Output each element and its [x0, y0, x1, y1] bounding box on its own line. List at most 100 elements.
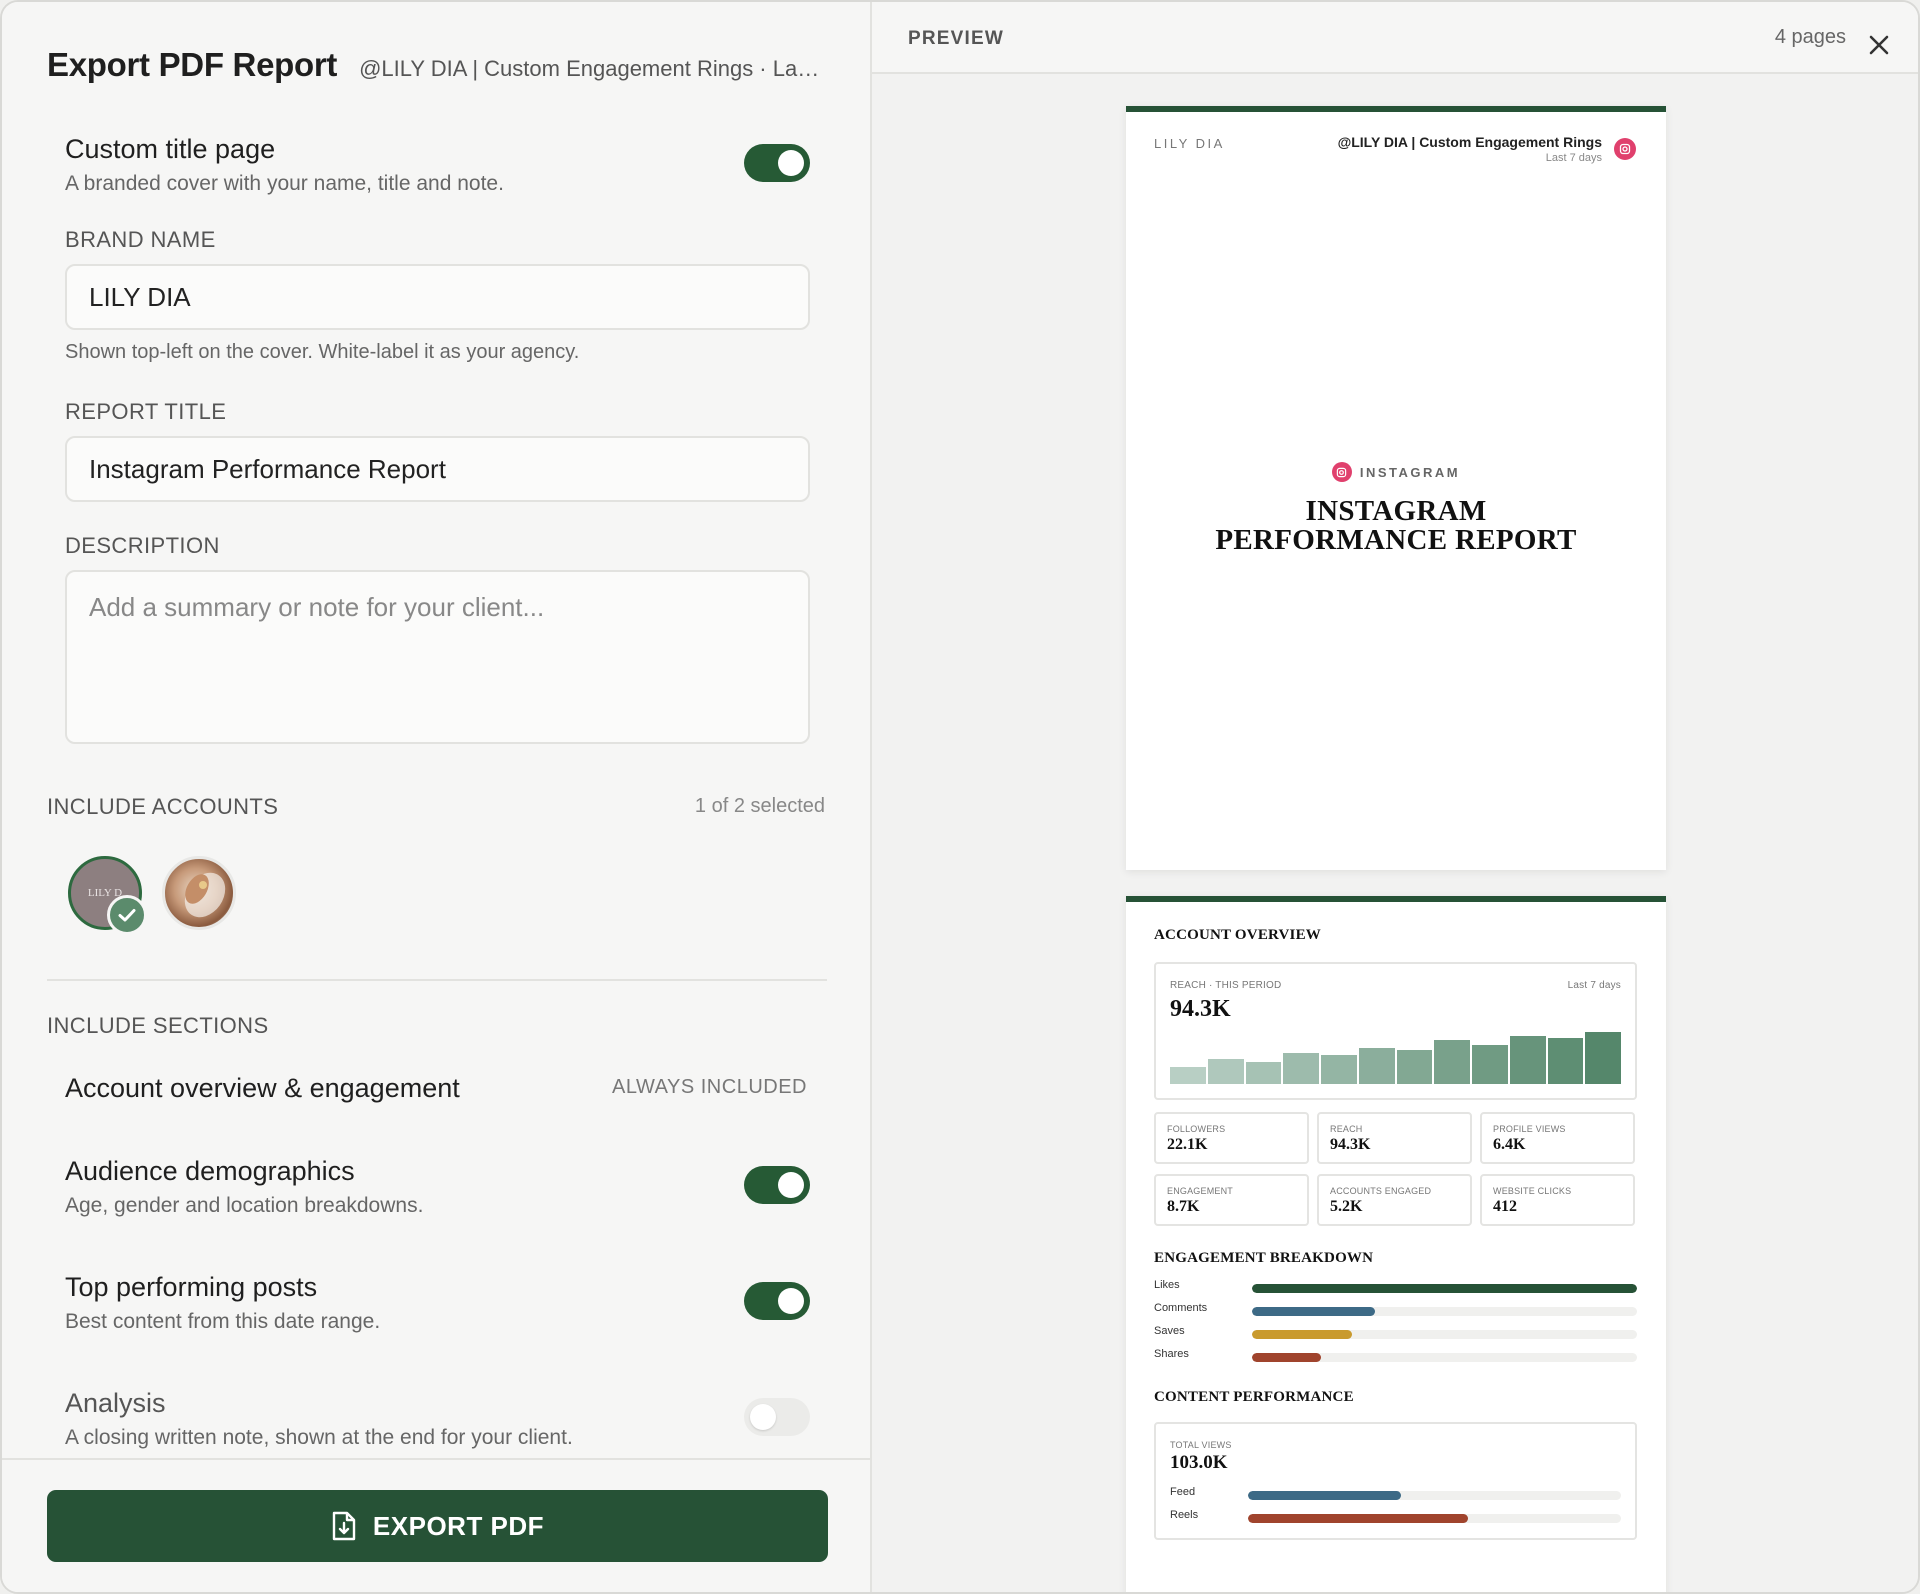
toggle-knob: [778, 1172, 804, 1198]
report-title-label: REPORT TITLE: [65, 399, 227, 424]
modal-title: Export PDF Report: [47, 46, 338, 83]
modal-footer: EXPORT PDF: [2, 1458, 870, 1592]
settings-scroll-area[interactable]: Export PDF Report @LILY DIA | Custom Eng…: [2, 2, 870, 1458]
include-sections-label: INCLUDE SECTIONS: [47, 1013, 269, 1038]
cover-title-block: INSTAGRAM INSTAGRAM PERFORMANCE REPORT: [1126, 462, 1666, 555]
analysis-toggle[interactable]: [744, 1398, 810, 1436]
preview-panel[interactable]: PREVIEW 4 pages LILY DIA @LILY DIA | Cus…: [872, 2, 1918, 1592]
accounts-selected-count: 1 of 2 selected: [694, 795, 825, 817]
preview-page-overview: ACCOUNT OVERVIEW REACH · THIS PERIOD Las…: [1126, 896, 1666, 1592]
bar-track: [1248, 1514, 1621, 1523]
reach-bar: [1547, 1038, 1584, 1084]
kpi-label: REACH: [1330, 1124, 1363, 1134]
cover-title-line-1: INSTAGRAM: [1305, 494, 1487, 527]
kpi-label: ACCOUNTS ENGAGED: [1330, 1186, 1432, 1196]
reach-bar: [1472, 1045, 1508, 1084]
kpi-value: 22.1K: [1167, 1136, 1208, 1153]
instagram-icon: [1331, 462, 1352, 482]
account-overview-heading: ACCOUNT OVERVIEW: [1154, 927, 1321, 943]
preview-page-cover: LILY DIA @LILY DIA | Custom Engagement R…: [1126, 106, 1666, 870]
reach-bar: [1170, 1067, 1206, 1084]
reach-card-label: REACH · THIS PERIOD: [1170, 980, 1282, 991]
preview-header: PREVIEW 4 pages: [872, 2, 1918, 74]
cover-platform-label: INSTAGRAM: [1359, 464, 1461, 480]
reach-bar: [1283, 1053, 1320, 1084]
reach-bar: [1358, 1048, 1395, 1084]
bar-fill: [1248, 1514, 1469, 1523]
cover-period: Last 7 days: [1545, 152, 1602, 164]
kpi-label: ENGAGEMENT: [1167, 1186, 1234, 1196]
section-top-posts-title: Top performing posts: [65, 1272, 318, 1302]
include-accounts-label: INCLUDE ACCOUNTS: [47, 794, 279, 819]
brand-name-input[interactable]: LILY DIA: [65, 264, 810, 330]
cover-title-line-2: PERFORMANCE REPORT: [1215, 523, 1577, 556]
kpi-value: 412: [1493, 1198, 1517, 1215]
section-top-posts-description: Best content from this date range.: [65, 1310, 381, 1333]
bar-track: [1252, 1330, 1637, 1339]
kpi-label: WEBSITE CLICKS: [1493, 1186, 1572, 1196]
reach-bar: [1321, 1055, 1357, 1084]
bar-fill: [1248, 1491, 1401, 1500]
export-pdf-modal: Export PDF Report @LILY DIA | Custom Eng…: [0, 0, 1920, 1594]
kpi-card: WEBSITE CLICKS 412: [1480, 1174, 1635, 1226]
kpi-card: ENGAGEMENT 8.7K: [1154, 1174, 1309, 1226]
kpi-card: REACH 94.3K: [1317, 1112, 1472, 1164]
kpi-label: PROFILE VIEWS: [1493, 1124, 1566, 1134]
section-audience-description: Age, gender and location breakdowns.: [65, 1194, 424, 1217]
kpi-value: 8.7K: [1167, 1198, 1200, 1215]
custom-title-page-description: A branded cover with your name, title an…: [65, 172, 504, 195]
bar-label: Reels: [1170, 1509, 1199, 1521]
bar-label: Saves: [1154, 1325, 1185, 1337]
brand-name-hint: Shown top-left on the cover. White-label…: [65, 341, 580, 363]
reach-bar: [1207, 1059, 1244, 1084]
bar-track: [1252, 1284, 1637, 1293]
cover-account-handle: @LILY DIA | Custom Engagement Rings: [1337, 134, 1602, 150]
brand-name-label: BRAND NAME: [65, 227, 216, 252]
export-pdf-label: EXPORT PDF: [372, 1510, 545, 1541]
page-count: 4 pages: [1774, 26, 1846, 48]
toggle-knob: [778, 150, 804, 176]
reach-bar-chart: [1170, 1028, 1622, 1084]
toggle-knob: [750, 1404, 776, 1430]
engagement-breakdown-heading: ENGAGEMENT BREAKDOWN: [1154, 1250, 1374, 1266]
bar-track: [1252, 1307, 1637, 1316]
close-icon[interactable]: [1866, 32, 1892, 58]
cover-brand-name: LILY DIA: [1154, 136, 1225, 151]
reach-bar: [1509, 1036, 1546, 1084]
kpi-card: ACCOUNTS ENGAGED 5.2K: [1317, 1174, 1472, 1226]
account-avatar-2[interactable]: [162, 856, 236, 930]
account-avatar-lily-dia[interactable]: LILY D: [68, 856, 147, 935]
bar-fill: [1252, 1353, 1322, 1362]
bar-label: Comments: [1154, 1302, 1208, 1314]
total-views-value: 103.0K: [1170, 1452, 1228, 1473]
description-label: DESCRIPTION: [65, 533, 220, 558]
section-analysis-description: A closing written note, shown at the end…: [65, 1426, 573, 1449]
always-included-badge: ALWAYS INCLUDED: [612, 1076, 807, 1098]
bar-track: [1248, 1491, 1621, 1500]
export-pdf-button[interactable]: EXPORT PDF: [47, 1490, 828, 1562]
content-performance-heading: CONTENT PERFORMANCE: [1154, 1389, 1354, 1405]
section-divider: [47, 979, 827, 981]
total-views-label: TOTAL VIEWS: [1170, 1440, 1232, 1450]
section-audience-title: Audience demographics: [65, 1156, 355, 1186]
report-title-input[interactable]: Instagram Performance Report: [65, 436, 810, 502]
audience-demographics-toggle[interactable]: [744, 1166, 810, 1204]
custom-title-page-toggle[interactable]: [744, 144, 810, 182]
reach-bar: [1245, 1062, 1282, 1084]
top-posts-toggle[interactable]: [744, 1282, 810, 1320]
custom-title-page-title: Custom title page: [65, 134, 276, 164]
bar-label: Shares: [1154, 1348, 1189, 1360]
modal-subtitle: @LILY DIA | Custom Engagement Rings · La…: [359, 56, 830, 81]
bar-label: Feed: [1170, 1486, 1196, 1498]
kpi-value: 5.2K: [1330, 1198, 1363, 1215]
reach-card-period: Last 7 days: [1567, 980, 1621, 991]
kpi-card: PROFILE VIEWS 6.4K: [1480, 1112, 1635, 1164]
section-account-overview-title: Account overview & engagement: [65, 1073, 460, 1103]
reach-bar: [1585, 1032, 1622, 1084]
cover-report-title: INSTAGRAM PERFORMANCE REPORT: [1126, 494, 1666, 556]
ring-photo-icon: [184, 872, 226, 918]
kpi-label: FOLLOWERS: [1167, 1124, 1226, 1134]
bar-fill: [1252, 1330, 1353, 1339]
description-textarea[interactable]: Add a summary or note for your client...: [65, 570, 810, 744]
preview-label: PREVIEW: [908, 28, 1005, 49]
